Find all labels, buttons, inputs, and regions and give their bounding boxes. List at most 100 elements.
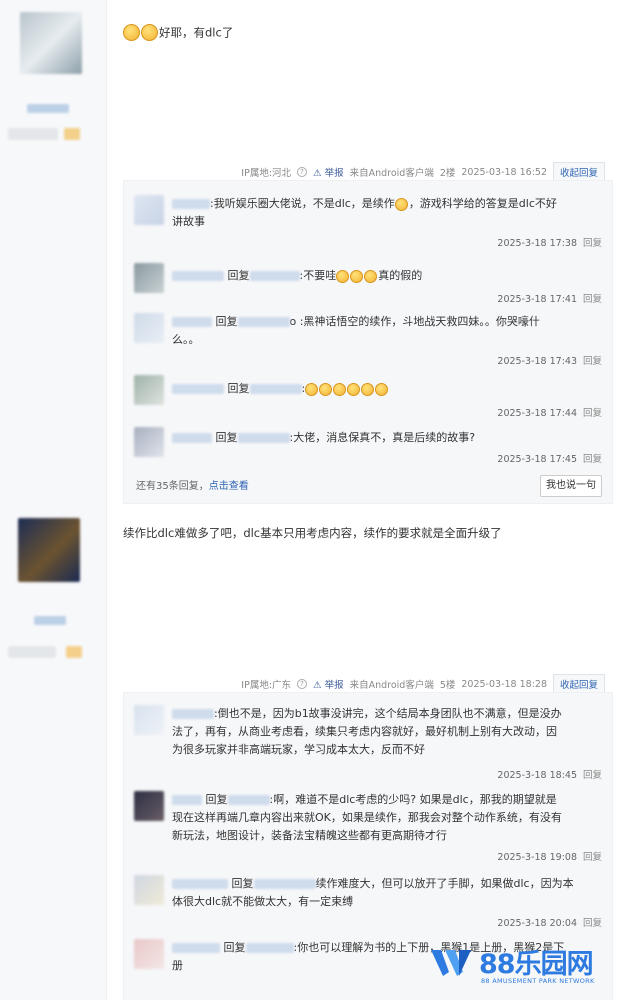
emoji-icon [350, 269, 364, 283]
username[interactable] [172, 879, 228, 889]
time-label: 2025-3-18 20:04 [497, 918, 577, 929]
more-replies: 还有35条回复，点击查看 [136, 477, 249, 492]
avatar[interactable] [134, 939, 164, 969]
help-icon[interactable]: ? [297, 679, 308, 689]
avatar[interactable] [134, 375, 164, 405]
reply-link[interactable]: 回复 [583, 356, 602, 367]
post-meta: IP属地:河北 ? ⚠ 举报 来自Android客户端 2楼 2025-03-1… [241, 162, 605, 182]
username[interactable] [172, 943, 220, 953]
username[interactable] [172, 709, 214, 719]
reply-time: 2025-3-18 18:45 回复 [497, 767, 602, 781]
reply-link[interactable]: 回复 [583, 852, 602, 863]
time-label: 2025-3-18 18:45 [497, 770, 577, 781]
floor-number: 5楼 [439, 680, 456, 691]
time-label: 2025-3-18 19:08 [497, 852, 577, 863]
sub-reply: 回复 续作难度大，但可以放开了手脚，如果做dlc，因为本 体很大dlc就不能做太大… [134, 875, 602, 931]
username[interactable] [237, 433, 290, 443]
report-link[interactable]: ⚠ 举报 [313, 677, 344, 691]
username[interactable] [227, 795, 270, 805]
help-icon[interactable]: ? [297, 167, 308, 177]
view-more-link[interactable]: 点击查看 [209, 481, 249, 492]
reply-link[interactable]: 回复 [583, 918, 602, 929]
reply-time: 2025-3-18 17:43 回复 [497, 353, 602, 367]
emoji-icon [336, 269, 350, 283]
reply-text: 现在这样再端几章内容出来就OK，如果是续作，那我会对整个动作系统，有没有 [172, 811, 562, 824]
sub-reply: :我听娱乐圈大佬说，不是dlc，是续作 ，游戏科学给的答复是dlc不好 讲故事 2… [134, 195, 602, 255]
reply-text: o :黑神话悟空的续作，斗地战天救四妹。。你哭嚎什 [289, 315, 540, 328]
reply-link[interactable]: 回复 [583, 408, 602, 419]
reply-to: 回复 [215, 431, 238, 444]
reply-to: 回复 [227, 269, 250, 282]
reply-time: 2025-3-18 17:38 回复 [497, 235, 602, 249]
avatar[interactable] [134, 263, 164, 293]
reply-text: 讲故事 [172, 215, 205, 228]
emoji-icon [364, 269, 378, 283]
forum-thread-page: 好耶，有dlc了 IP属地:河北 ? ⚠ 举报 来自Android客户端 2楼 … [0, 0, 623, 1000]
watermark-subtext: 88 AMUSEMENT PARK NETWORK [481, 977, 595, 985]
emoji-icon [141, 24, 158, 41]
reply-text: 我听娱乐圈大佬说，不是dlc，是续作 [213, 197, 395, 210]
username[interactable] [249, 271, 300, 281]
sub-reply: 回复:大佬，消息保真不，真是后续的故事? 2025-3-18 17:45 回复 [134, 427, 602, 467]
reply-text: 真的假的 [378, 269, 423, 282]
sub-reply: 回复:啊，难道不是dlc考虑的少吗? 如果是dlc，那我的期望就是 现在这样再端… [134, 791, 602, 867]
emoji-icon [375, 382, 389, 396]
avatar[interactable] [134, 427, 164, 457]
username[interactable] [172, 433, 212, 443]
sub-reply-text: :倒也不是，因为b1故事没讲完，这个结局本身团队也不满意，但是没办 法了，再有，… [172, 705, 602, 759]
avatar[interactable] [134, 705, 164, 735]
username[interactable] [172, 317, 212, 327]
reply-link[interactable]: 回复 [583, 294, 602, 305]
reply-text: 续作难度大，但可以放开了手脚，如果做dlc，因为本 [315, 877, 574, 890]
avatar[interactable] [20, 12, 82, 74]
username[interactable] [245, 943, 294, 953]
emoji-icon [305, 382, 319, 396]
reply-text: :倒也不是，因为b1故事没讲完，这个结局本身团队也不满意，但是没办 [214, 707, 562, 720]
avatar[interactable] [134, 875, 164, 905]
reply-text: 新玩法，地图设计，装备法宝精魄这些都有更高期待才行 [172, 829, 447, 842]
reply-to: 回复 [231, 877, 254, 890]
reply-time: 2025-3-18 17:44 回复 [497, 405, 602, 419]
reply-time: 2025-3-18 17:45 回复 [497, 451, 602, 465]
avatar[interactable] [18, 518, 80, 582]
sub-reply-text: :我听娱乐圈大佬说，不是dlc，是续作 ，游戏科学给的答复是dlc不好 讲故事 [172, 195, 602, 231]
emoji-icon [333, 382, 347, 396]
collapse-replies-button[interactable]: 收起回复 [552, 674, 605, 694]
report-label: 举报 [324, 680, 344, 691]
username[interactable] [253, 879, 316, 889]
floor-number: 2楼 [439, 168, 456, 179]
reply-link[interactable]: 回复 [583, 238, 602, 249]
report-link[interactable]: ⚠ 举报 [313, 165, 344, 179]
reply-text: 为很多玩家并非高端玩家，学习成本太大，反而不好 [172, 743, 425, 756]
user-info-column [0, 0, 107, 1000]
username[interactable] [249, 384, 302, 394]
username[interactable] [172, 384, 224, 394]
sub-reply-text: 回复 o :黑神话悟空的续作，斗地战天救四妹。。你哭嚎什 么。。 [172, 313, 602, 349]
time-label: 2025-3-18 17:41 [497, 294, 577, 305]
reply-time: 2025-3-18 20:04 回复 [497, 915, 602, 929]
post-meta: IP属地:广东 ? ⚠ 举报 来自Android客户端 5楼 2025-03-1… [241, 674, 605, 694]
username[interactable] [237, 317, 290, 327]
time-label: 2025-3-18 17:43 [497, 356, 577, 367]
client-source: 来自Android客户端 [349, 168, 434, 179]
avatar[interactable] [134, 195, 164, 225]
reply-text: :不要哇 [299, 269, 337, 282]
reply-link[interactable]: 回复 [583, 454, 602, 465]
sub-reply-text: 回复:啊，难道不是dlc考虑的少吗? 如果是dlc，那我的期望就是 现在这样再端… [172, 791, 602, 845]
sub-reply: 回复 :不要哇 真的假的 2025-3-18 17:41 回复 [134, 263, 602, 305]
site-watermark: 88乐园网 88 AMUSEMENT PARK NETWORK [429, 942, 613, 992]
avatar[interactable] [134, 791, 164, 821]
username[interactable] [172, 199, 210, 209]
post-time: 2025-03-18 16:52 [461, 166, 547, 178]
say-something-button[interactable]: 我也说一句 [540, 475, 602, 497]
username[interactable] [172, 795, 202, 805]
username[interactable] [34, 616, 66, 625]
avatar[interactable] [134, 313, 164, 343]
username[interactable] [172, 271, 224, 281]
collapse-replies-button[interactable]: 收起回复 [552, 162, 605, 182]
username[interactable] [27, 104, 69, 113]
reply-link[interactable]: 回复 [583, 770, 602, 781]
site-logo-icon [431, 950, 471, 976]
watermark-text: 88乐园网 [479, 949, 594, 980]
sub-reply-text: 回复:大佬，消息保真不，真是后续的故事? [172, 429, 602, 447]
